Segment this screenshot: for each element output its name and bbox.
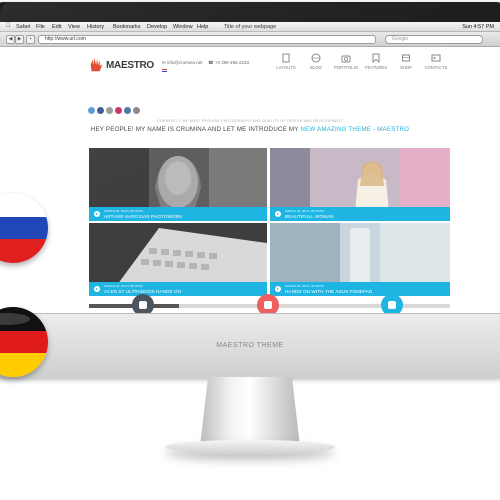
nav-label: BLOG (310, 65, 322, 70)
search-input[interactable]: Google (385, 35, 483, 44)
post-card-bar: MARCH 18, 2013 | 05:19 PM BEAUTIFULL WOM… (270, 207, 450, 221)
post-date: MARCH 18, 2013 | 05:19 PM (285, 283, 324, 288)
url-field[interactable]: http://www.url.com (38, 35, 376, 44)
screen:  Safari File Edit View History Bookmark… (0, 22, 500, 313)
language-flag-icon[interactable] (162, 69, 167, 72)
browser-toolbar: ◀ ▶ + http://www.url.com Google (0, 32, 500, 47)
globe-icon (311, 53, 321, 63)
nav-label: PORTFOLIO (333, 65, 359, 70)
linkedin-icon[interactable] (124, 107, 131, 114)
post-card[interactable]: MARCH 18, 2013 | 05:19 PM BEAUTIFULL WOM… (270, 148, 450, 221)
nav-label: CONTACTS (424, 65, 448, 70)
palette-icon (264, 301, 272, 309)
post-card[interactable]: MARCH 18, 2013 | 05:19 PM HANDS ON WITH … (270, 223, 450, 296)
post-date: MARCH 18, 2013 | 05:19 PM (104, 208, 143, 213)
post-title[interactable]: BEAUTIFULL WOMAN (285, 214, 334, 219)
menu-bar:  Safari File Edit View History Bookmark… (0, 22, 500, 32)
tagline-small: CURRENTLY WE MUST PROVIDE PHOTOGRAPHY AN… (157, 119, 343, 123)
briefcase-icon (388, 301, 396, 309)
gear-icon (139, 301, 147, 309)
monitor-stand-neck (200, 377, 300, 447)
chin-label: MAESTRO THEME (216, 342, 284, 349)
hand-logo-icon (90, 57, 103, 72)
camera-icon (341, 55, 351, 63)
post-card[interactable]: MARCH 18, 2013 | 05:19 PM ACER S7 ULTRAB… (89, 223, 267, 296)
nav-blog[interactable]: BLOG (302, 51, 330, 79)
website: MAESTRO ✉ info@crumina.net ☎ +0 398 456-… (0, 47, 500, 313)
tagline: HEY PEOPLE! MY NAME IS CRUMINA AND LET M… (0, 126, 500, 133)
shop-icon (402, 54, 410, 62)
nav-label: SHOP (400, 65, 412, 70)
post-card-bar: MARCH 18, 2013 | 05:19 PM ARTHUR SARGSIA… (89, 207, 267, 221)
bookmark-icon (372, 53, 380, 63)
window-title: Title of your webpage (223, 23, 277, 30)
play-icon[interactable] (94, 211, 100, 217)
post-date: MARCH 18, 2013 | 05:19 PM (104, 283, 143, 288)
play-icon[interactable] (94, 286, 100, 292)
nav-label: LAYOUTS (276, 65, 296, 70)
feature-circle-blue[interactable] (381, 294, 403, 313)
twitter-icon[interactable] (88, 107, 95, 114)
layout-icon (282, 53, 290, 63)
nav-portfolio[interactable]: PORTFOLIO (332, 51, 360, 79)
logo-text: MAESTRO (106, 60, 154, 71)
forward-icon[interactable]: ▶ (15, 35, 24, 44)
nav-layouts[interactable]: LAYOUTS (272, 51, 300, 79)
play-icon[interactable] (275, 286, 281, 292)
nav-label: FEATURES (364, 65, 388, 70)
clock: Sun 4:57 PM (462, 23, 494, 30)
back-icon[interactable]: ◀ (6, 35, 15, 44)
post-title[interactable]: HANDS ON WITH THE ASUS FONEPAD (285, 289, 372, 294)
contacts-icon (431, 54, 441, 62)
post-title[interactable]: ARTHUR SARGSIAN PHOTOWORK (104, 214, 182, 219)
nav-contacts[interactable]: CONTACTS (422, 51, 450, 79)
facebook-icon[interactable] (97, 107, 104, 114)
vimeo-icon[interactable] (106, 107, 113, 114)
feature-circle-red[interactable] (257, 294, 279, 313)
nav-features[interactable]: FEATURES (362, 51, 390, 79)
post-date: MARCH 18, 2013 | 05:19 PM (285, 208, 324, 213)
post-card-bar: MARCH 18, 2013 | 05:19 PM HANDS ON WITH … (270, 282, 450, 296)
tagline-main: HEY PEOPLE! MY NAME IS CRUMINA AND LET M… (90, 126, 299, 133)
site-logo[interactable]: MAESTRO (88, 56, 154, 76)
main-nav: LAYOUTS BLOG PORTFOLIO FEATURES SHOP CON… (272, 51, 452, 79)
phone-text: ☎ +0 398 456-2233 (208, 60, 250, 65)
dribbble-icon[interactable] (115, 107, 122, 114)
play-icon[interactable] (275, 211, 281, 217)
post-card-bar: MARCH 18, 2013 | 05:19 PM ACER S7 ULTRAB… (89, 282, 267, 296)
nav-shop[interactable]: SHOP (392, 51, 420, 79)
monitor-stand-base (165, 440, 335, 454)
post-title[interactable]: ACER S7 ULTRABOOK HANDS ON (104, 289, 181, 294)
share-icon[interactable]: + (26, 35, 35, 44)
rss-icon[interactable] (133, 107, 140, 114)
email-text: ✉ info@crumina.net (162, 60, 203, 65)
feature-circle-dark[interactable] (132, 294, 154, 313)
tagline-accent: NEW AMAZING THEME - MAESTRO (300, 126, 410, 133)
post-card[interactable]: MARCH 18, 2013 | 05:19 PM ARTHUR SARGSIA… (89, 148, 267, 221)
